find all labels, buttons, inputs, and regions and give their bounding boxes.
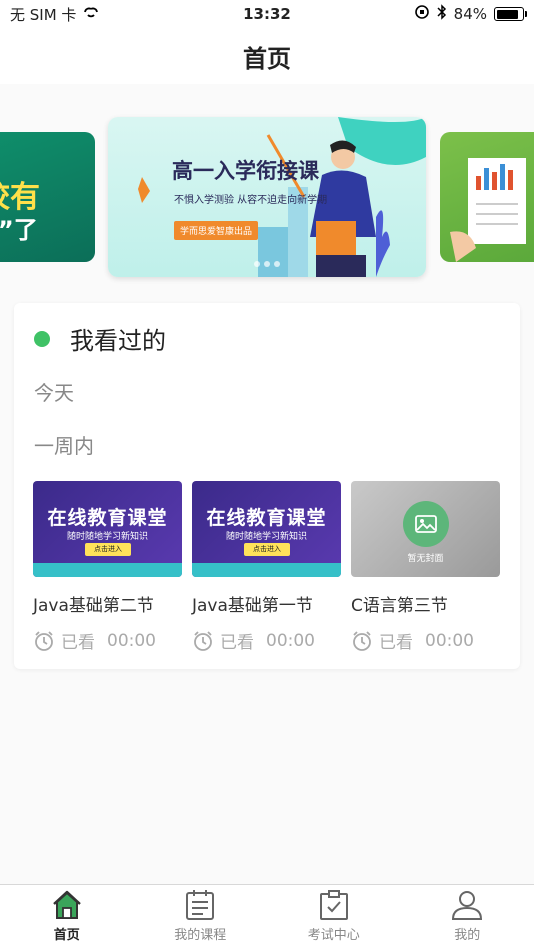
watch-time: 00:00 xyxy=(425,630,474,651)
tab-label: 首页 xyxy=(53,928,80,943)
thumb-subtitle: 随时随地学习新知识 xyxy=(66,532,148,542)
watch-history-card: 我看过的 今天 一周内 在线教育课堂 随时随地学习新知识 点击进入 Java基础… xyxy=(14,303,520,669)
banner-left-line2: P”了 xyxy=(0,216,38,244)
wifi-link-icon xyxy=(82,5,100,23)
image-placeholder-icon xyxy=(403,501,449,547)
course-item[interactable]: 在线教育课堂 随时随地学习新知识 点击进入 Java基础第一节 已看 00:00 xyxy=(192,481,341,653)
banner-carousel[interactable]: 校有 P”了 高一入学衔接课 不惧入学测验 从容不迫走向新学期 学而思爱智康出品 xyxy=(0,110,534,285)
watch-status: 已看 xyxy=(379,633,413,653)
clock-icon xyxy=(194,630,212,651)
course-thumbnail[interactable]: 在线教育课堂 随时随地学习新知识 点击进入 xyxy=(33,481,182,577)
nav-bar: 首页 xyxy=(0,28,534,84)
calendar-icon xyxy=(186,890,215,920)
today-label: 今天 xyxy=(34,381,74,405)
report-illustration xyxy=(450,158,526,262)
thumb-title: 在线教育课堂 xyxy=(206,507,327,529)
watch-time: 00:00 xyxy=(266,630,315,651)
banner-slide-next[interactable] xyxy=(440,132,534,262)
bluetooth-icon xyxy=(437,4,447,24)
person-icon xyxy=(452,891,483,920)
status-bar: 无 SIM 卡 13:32 84% xyxy=(0,0,534,28)
thumb-caption: 暂无封面 xyxy=(407,554,444,564)
carrier-label: 无 SIM 卡 xyxy=(10,5,77,24)
thumb-cta: 点击进入 xyxy=(244,543,290,556)
banner-headline: 高一入学衔接课 xyxy=(172,159,319,183)
watch-time: 00:00 xyxy=(107,630,156,651)
battery-percent: 84% xyxy=(453,5,487,23)
watch-status: 已看 xyxy=(61,633,95,653)
banner-slide-prev[interactable]: 校有 P”了 xyxy=(0,132,95,262)
course-thumbnail[interactable]: 在线教育课堂 随时随地学习新知识 点击进入 xyxy=(192,481,341,577)
course-name: Java基础第二节 xyxy=(33,596,154,616)
watch-status: 已看 xyxy=(220,633,254,653)
carousel-indicator xyxy=(254,261,280,267)
clock-icon xyxy=(35,630,53,651)
tab-my-courses[interactable]: 我的课程 xyxy=(134,885,268,950)
tab-label: 考试中心 xyxy=(307,928,360,943)
course-name: C语言第三节 xyxy=(351,596,448,616)
course-item[interactable]: 在线教育课堂 随时随地学习新知识 点击进入 Java基础第二节 已看 00:00 xyxy=(33,481,182,653)
banner-subline: 不惧入学测验 从容不迫走向新学期 xyxy=(174,195,328,206)
tab-exam-center[interactable]: 考试中心 xyxy=(267,885,401,950)
page-title: 首页 xyxy=(243,44,291,73)
battery-icon xyxy=(494,7,527,21)
tab-bar: 首页 我的课程 考试中心 我的 xyxy=(0,884,534,950)
course-item[interactable]: 暂无封面 C语言第三节 已看 00:00 xyxy=(351,481,500,653)
course-thumbnail[interactable]: 暂无封面 xyxy=(351,481,500,577)
thumb-subtitle: 随时随地学习新知识 xyxy=(225,532,307,542)
thumb-cta: 点击进入 xyxy=(85,543,131,556)
thumb-title: 在线教育课堂 xyxy=(47,507,168,529)
banner-tag: 学而思爱智康出品 xyxy=(174,221,259,240)
section-title: 我看过的 xyxy=(70,327,166,355)
course-name: Java基础第一节 xyxy=(192,596,313,616)
clock-icon xyxy=(353,630,371,651)
tab-label: 我的课程 xyxy=(174,928,227,943)
clipboard-check-icon xyxy=(319,890,348,920)
tab-label: 我的 xyxy=(454,928,481,943)
banner-slide-current[interactable]: 高一入学衔接课 不惧入学测验 从容不迫走向新学期 学而思爱智康出品 xyxy=(108,117,426,277)
home-icon xyxy=(52,890,81,919)
tab-profile[interactable]: 我的 xyxy=(401,885,534,950)
tab-home[interactable]: 首页 xyxy=(0,885,134,950)
section-dot-icon xyxy=(34,330,50,347)
rotation-lock-icon xyxy=(414,4,430,24)
week-label: 一周内 xyxy=(34,434,94,458)
